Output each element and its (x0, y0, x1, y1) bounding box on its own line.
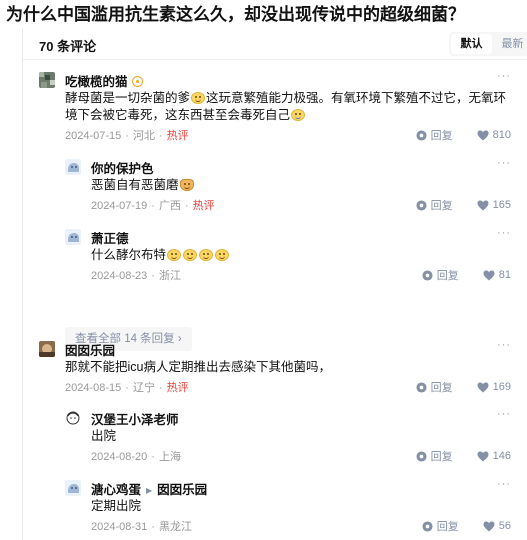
heart-icon (483, 521, 495, 531)
comment-author[interactable]: 你的保护色 (91, 158, 154, 177)
avatar[interactable] (65, 480, 81, 496)
heart-icon (477, 382, 489, 392)
laugh-emoji-icon (199, 249, 214, 261)
comment-author[interactable]: 溏心鸡蛋 (91, 483, 141, 497)
reply-icon (422, 520, 433, 532)
like-button[interactable]: 169 (477, 381, 511, 393)
more-options-icon[interactable]: ··· (497, 70, 511, 82)
sort-latest-tab[interactable]: 最新 (492, 34, 527, 54)
comment-author[interactable]: 萧正德 (91, 228, 129, 247)
like-button[interactable]: 81 (483, 269, 511, 281)
heart-icon (477, 130, 489, 140)
comments-panel: 70 条评论 默认 最新 吃橄榄的猫 ··· 酵母菌是一切杂菌的爹 这玩意繁殖能力… (22, 28, 527, 540)
heart-icon (477, 200, 489, 210)
hot-tag: 热评 (166, 130, 189, 142)
avatar[interactable] (65, 410, 81, 426)
reply-arrow-icon: ▶ (146, 486, 153, 495)
comment-text: 定期出院 (91, 499, 142, 513)
hot-tag: 热评 (192, 200, 215, 212)
reply-button[interactable]: 回复 (416, 197, 453, 213)
comment-meta: 2024-07-19 · 广西 · 热评 (91, 200, 215, 212)
avatar[interactable] (39, 72, 55, 88)
reply-button[interactable]: 回复 (416, 127, 453, 143)
heart-icon (477, 451, 489, 461)
sort-default-tab[interactable]: 默认 (451, 34, 492, 54)
reply-item: 溏心鸡蛋 ▶ 囡囡乐园 ··· 定期出院 2024-08-31 · 黑龙江 回复 56 (65, 478, 511, 540)
like-button[interactable]: 165 (477, 199, 511, 211)
comment-item: 吃橄榄的猫 ··· 酵母菌是一切杂菌的爹 这玩意繁殖能力极强。有氧环境下繁殖不过它… (39, 70, 511, 152)
heart-icon (483, 270, 495, 280)
more-options-icon[interactable]: ··· (497, 339, 511, 351)
reply-icon (416, 129, 427, 141)
avatar[interactable] (39, 341, 55, 357)
comment-item: 囡囡乐园 ··· 那就不能把icu病人定期推出去感染下其他菌吗， 2024-08… (39, 339, 511, 405)
laugh-emoji-icon (167, 249, 182, 261)
comment-text: 酵母菌是一切杂菌的爹 这玩意繁殖能力极强。有氧环境下繁殖不过它，无氧环境下会被它毒… (65, 91, 507, 122)
more-options-icon[interactable]: ··· (497, 227, 511, 239)
reply-to-author[interactable]: 囡囡乐园 (157, 483, 207, 497)
reply-button[interactable]: 回复 (416, 448, 453, 464)
reply-item: 汉堡王小泽老师 ··· 出院 2024-08-20 · 上海 回复 146 (65, 408, 511, 470)
reply-button[interactable]: 回复 (416, 379, 453, 395)
laugh-emoji-icon (215, 249, 230, 261)
comment-author[interactable]: 汉堡王小泽老师 (91, 409, 179, 428)
more-options-icon[interactable]: ··· (497, 157, 511, 169)
comment-meta: 2024-08-15 · 辽宁 · 热评 (65, 382, 189, 394)
hot-tag: 热评 (166, 382, 189, 394)
reply-button[interactable]: 回复 (422, 267, 459, 283)
comment-count: 70 条评论 (39, 39, 97, 54)
reply-button[interactable]: 回复 (422, 518, 459, 534)
laugh-emoji-icon (183, 249, 198, 261)
sort-toggle: 默认 最新 (449, 32, 527, 56)
laugh-emoji-icon (191, 92, 206, 104)
level-badge-icon (131, 76, 143, 87)
comment-meta: 2024-08-31 · 黑龙江 (91, 521, 192, 533)
comment-meta: 2024-08-23 · 浙江 (91, 270, 181, 282)
reply-icon (416, 199, 427, 211)
reply-item: 萧正德 ··· 什么酵尔布特 2024-08-23 · 浙江 回复 81 (65, 227, 511, 289)
comment-meta: 2024-07-15 · 河北 · 热评 (65, 130, 189, 142)
comment-text: 出院 (91, 429, 117, 443)
question-title: 为什么中国滥用抗生素这么久，却没出现传说中的超级细菌？ (6, 5, 465, 24)
more-options-icon[interactable]: ··· (497, 478, 511, 490)
reply-item: 你的保护色 ··· 恶菌自有恶菌磨 2024-07-19 · 广西 · 热评 回复 16… (65, 157, 511, 219)
reply-icon (416, 450, 427, 462)
avatar[interactable] (65, 159, 81, 175)
comment-author[interactable]: 吃橄榄的猫 (65, 71, 143, 90)
reply-icon (422, 269, 433, 281)
like-button[interactable]: 810 (477, 129, 511, 141)
comment-meta: 2024-08-20 · 上海 (91, 451, 181, 463)
cat-emoji-icon (179, 179, 194, 191)
comment-text: 那就不能把icu病人定期推出去感染下其他菌吗， (65, 360, 331, 374)
reply-icon (416, 381, 427, 393)
comment-text: 什么酵尔布特 (91, 247, 230, 264)
like-button[interactable]: 56 (483, 520, 511, 532)
comment-text: 恶菌自有恶菌磨 (91, 177, 195, 194)
comment-author-line: 溏心鸡蛋 ▶ 囡囡乐园 (91, 479, 207, 498)
like-button[interactable]: 146 (477, 450, 511, 462)
more-options-icon[interactable]: ··· (497, 408, 511, 420)
comments-header: 70 条评论 默认 最新 (23, 28, 527, 60)
cry-emoji-icon (291, 109, 306, 121)
comment-author[interactable]: 囡囡乐园 (65, 340, 115, 359)
avatar[interactable] (65, 229, 81, 245)
